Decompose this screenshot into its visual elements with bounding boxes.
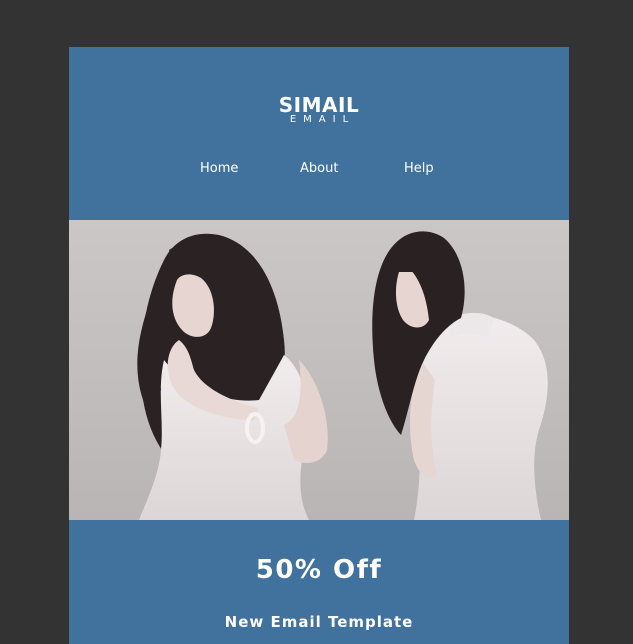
promo-subheadline: New Email Template [224,613,414,631]
promo-banner: 50% Off New Email Template [69,520,569,644]
logo-title: SIMAIL [278,93,360,117]
promo-headline: 50% Off [255,555,383,585]
logo-subtitle: EMAIL [289,114,356,125]
nav-item-about[interactable]: About [300,160,338,178]
main-nav: Home About Help [69,160,569,178]
email-header: SIMAIL EMAIL Home About Help [69,47,569,220]
nav-item-help[interactable]: Help [404,160,434,178]
email-template: SIMAIL EMAIL Home About Help 50% Off New… [69,47,569,644]
hero-image [69,220,569,520]
nav-item-home[interactable]: Home [200,160,238,178]
logo[interactable]: SIMAIL EMAIL [69,95,569,125]
hero-photo [69,220,569,520]
